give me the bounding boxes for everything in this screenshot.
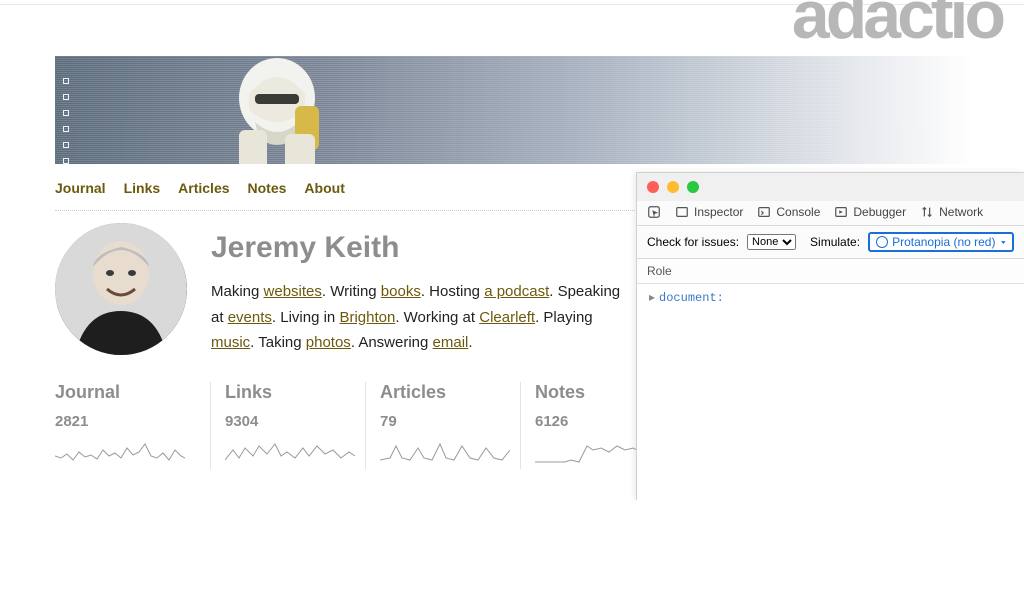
header-banner (55, 56, 973, 164)
tab-network[interactable]: Network (920, 205, 983, 219)
caret-icon[interactable]: ▸ (649, 291, 655, 305)
stat-count: 2821 (55, 413, 196, 430)
accessibility-tree[interactable]: ▸ document: (637, 284, 1024, 611)
tab-console[interactable]: Console (757, 205, 820, 219)
stat-count: 79 (380, 413, 506, 430)
stat-journal[interactable]: Journal 2821 (55, 382, 210, 469)
bio-link-email[interactable]: email (433, 334, 469, 351)
profile-name: Jeremy Keith (211, 231, 635, 265)
profile-bio: Making websites. Writing books. Hosting … (211, 279, 635, 356)
banner-dots (63, 78, 69, 164)
simulate-value: Protanopia (no red) (892, 235, 995, 249)
tab-label: Debugger (853, 205, 906, 219)
sparkline (380, 438, 510, 464)
nav-journal[interactable]: Journal (55, 180, 106, 196)
close-icon[interactable] (647, 181, 659, 193)
tree-node-document[interactable]: document: (659, 291, 724, 305)
bio-link-brighton[interactable]: Brighton (339, 309, 395, 326)
bio-text: . Working at (395, 309, 479, 326)
stat-label: Articles (380, 382, 506, 403)
avatar (55, 223, 187, 355)
bio-text: Making (211, 283, 264, 300)
bio-link-photos[interactable]: photos (306, 334, 351, 351)
tab-label: Console (776, 205, 820, 219)
bio-text: . Playing (535, 309, 593, 326)
simulate-select[interactable]: Protanopia (no red) (868, 232, 1014, 252)
stat-count: 9304 (225, 413, 351, 430)
bio-link-books[interactable]: books (381, 283, 421, 300)
bio-text: . Writing (322, 283, 381, 300)
bio-link-podcast[interactable]: a podcast (484, 283, 549, 300)
banner-illustration (199, 56, 359, 164)
issues-select[interactable]: None (747, 234, 796, 250)
profile-section: Jeremy Keith Making websites. Writing bo… (55, 223, 635, 356)
tab-label: Network (939, 205, 983, 219)
tab-inspector[interactable]: Inspector (675, 205, 743, 219)
stat-links[interactable]: Links 9304 (210, 382, 365, 469)
site-title: adactio (792, 0, 1002, 54)
nav-notes[interactable]: Notes (248, 180, 287, 196)
devtools-toolbar: Check for issues: None Simulate: Protano… (637, 226, 1024, 259)
devtools-tabs: Inspector Console Debugger Network (637, 201, 1024, 226)
nav-about[interactable]: About (304, 180, 344, 196)
window-controls (637, 173, 1024, 201)
issues-label: Check for issues: (647, 235, 739, 249)
tab-debugger[interactable]: Debugger (834, 205, 906, 219)
bio-link-clearleft[interactable]: Clearleft (479, 309, 535, 326)
sparkline (225, 438, 355, 464)
bio-text: . Taking (250, 334, 306, 351)
sparkline (55, 438, 185, 464)
bio-text: . Living in (272, 309, 340, 326)
bio-link-music[interactable]: music (211, 334, 250, 351)
minimize-icon[interactable] (667, 181, 679, 193)
bio-text: . Answering (351, 334, 433, 351)
stat-label: Links (225, 382, 351, 403)
role-header: Role (637, 259, 1024, 284)
zoom-icon[interactable] (687, 181, 699, 193)
bio-text: . (468, 334, 472, 351)
devtools-panel: Inspector Console Debugger Network Check… (636, 172, 1024, 500)
nav-links[interactable]: Links (124, 180, 161, 196)
bio-text: . Hosting (421, 283, 484, 300)
bio-link-websites[interactable]: websites (264, 283, 322, 300)
stat-label: Journal (55, 382, 196, 403)
tab-label: Inspector (694, 205, 743, 219)
pick-element-icon[interactable] (647, 205, 661, 219)
bio-link-events[interactable]: events (228, 309, 272, 326)
profile-text: Jeremy Keith Making websites. Writing bo… (211, 223, 635, 356)
nav-articles[interactable]: Articles (178, 180, 229, 196)
stat-articles[interactable]: Articles 79 (365, 382, 520, 469)
simulate-label: Simulate: (810, 235, 860, 249)
